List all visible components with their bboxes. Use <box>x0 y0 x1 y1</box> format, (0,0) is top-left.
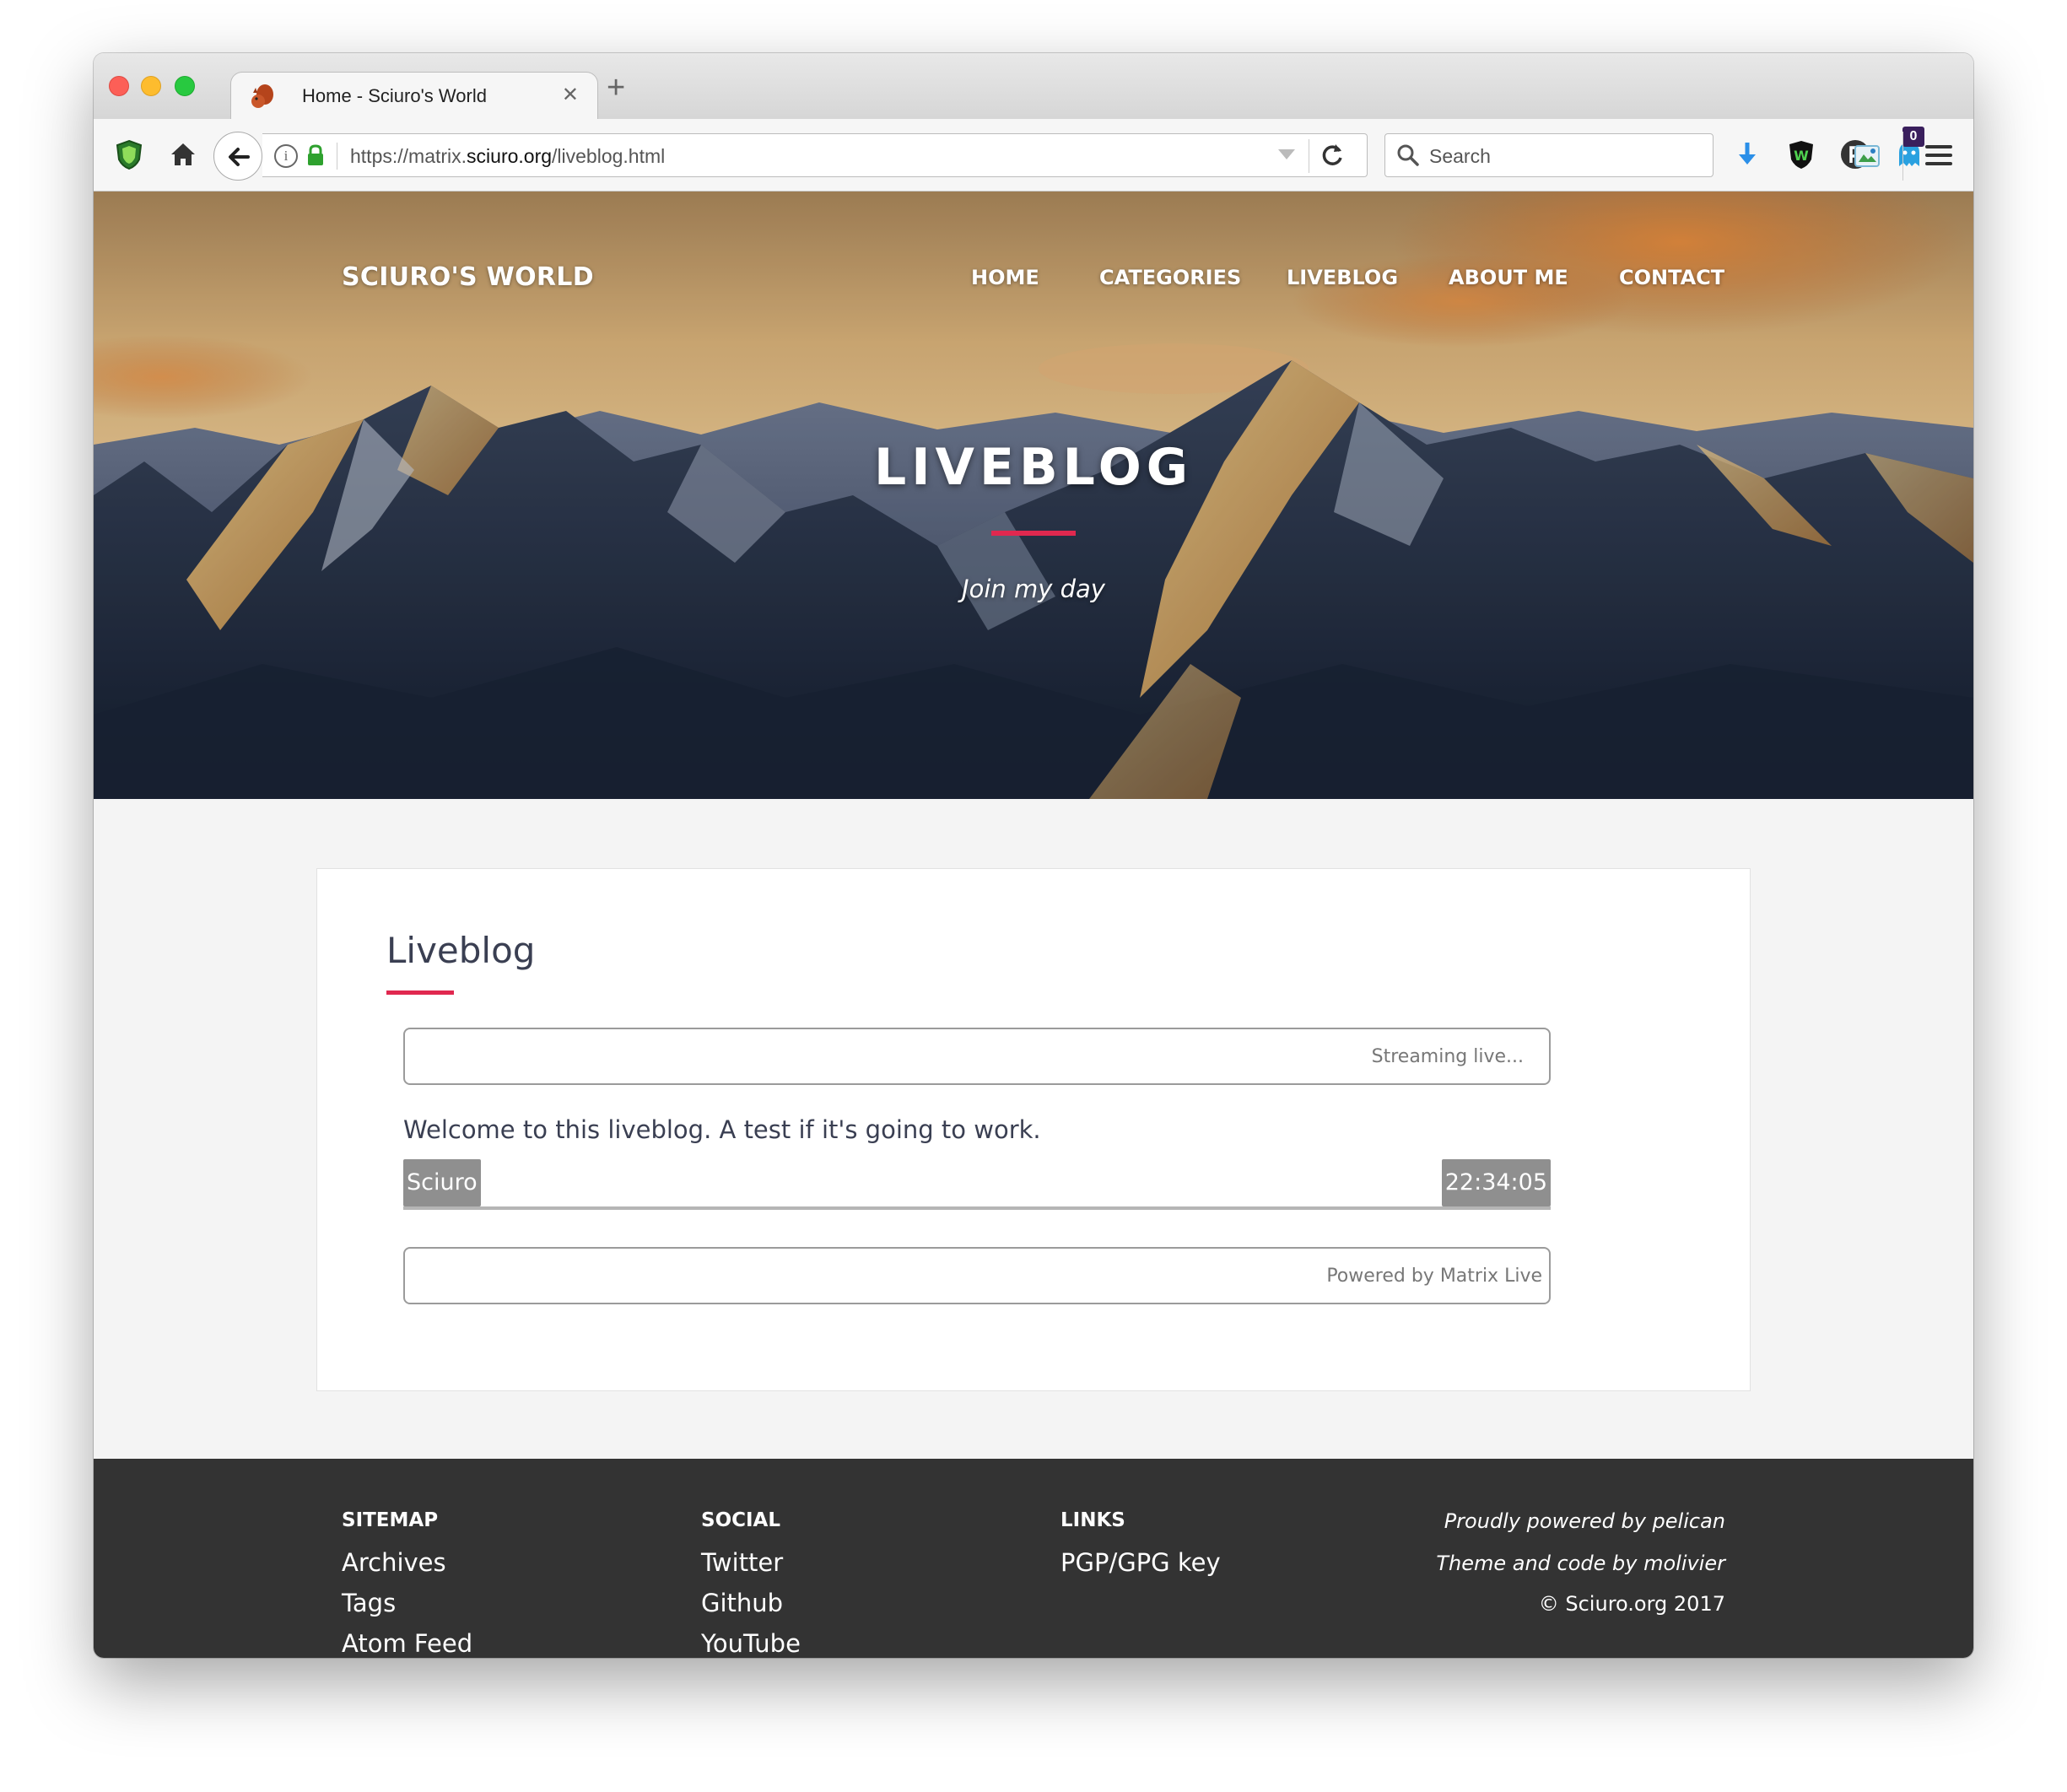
close-window-button[interactable] <box>109 76 129 96</box>
url-bar[interactable]: i https://matrix.sciuro.org/liveblog.htm… <box>262 133 1368 177</box>
minimize-window-button[interactable] <box>141 76 161 96</box>
notification-badge: 0 <box>1902 127 1924 147</box>
nav-home[interactable]: HOME <box>971 266 1039 289</box>
reload-icon[interactable] <box>1319 141 1346 168</box>
liveblog-message: Welcome to this liveblog. A test if it's… <box>403 1115 1041 1144</box>
svg-text:W: W <box>1794 148 1809 164</box>
extension-icon[interactable] <box>1853 142 1881 170</box>
footer-link-pgp-key[interactable]: PGP/GPG key <box>1060 1548 1221 1577</box>
site-footer: SITEMAP Archives Tags Atom Feed SOCIAL T… <box>94 1459 1973 1658</box>
nav-about-me[interactable]: ABOUT ME <box>1449 266 1568 289</box>
powered-by-box: Powered by Matrix Live <box>403 1247 1551 1304</box>
footer-social-heading: SOCIAL <box>701 1509 781 1531</box>
footer-link-github[interactable]: Github <box>701 1589 783 1617</box>
footer-credit-pelican[interactable]: Proudly powered by pelican <box>1444 1509 1725 1533</box>
lock-icon <box>308 144 323 165</box>
timestamp-badge: 22:34:05 <box>1441 1159 1551 1206</box>
author-badge: Sciuro <box>403 1159 481 1206</box>
liveblog-heading: Liveblog <box>386 930 536 971</box>
toolbar-separator <box>1902 132 1903 181</box>
footer-link-tags[interactable]: Tags <box>342 1589 396 1617</box>
web-page: SCIURO'S WORLD HOME CATEGORIES LIVEBLOG … <box>94 192 1973 1658</box>
hamburger-menu-icon[interactable] <box>1925 145 1952 165</box>
back-button[interactable] <box>213 132 262 181</box>
info-icon[interactable]: i <box>274 144 298 168</box>
hero-subtitle: Join my day <box>962 575 1105 603</box>
site-title[interactable]: SCIURO'S WORLD <box>342 262 594 292</box>
url-host: sciuro.org <box>467 145 553 167</box>
navigation-toolbar: i https://matrix.sciuro.org/liveblog.htm… <box>94 119 1973 192</box>
heading-accent-bar <box>386 990 454 995</box>
squirrel-favicon-icon <box>251 84 273 108</box>
download-icon[interactable] <box>1730 138 1764 171</box>
new-tab-button[interactable]: + <box>607 70 625 106</box>
footer-link-archives[interactable]: Archives <box>342 1548 446 1577</box>
search-placeholder: Search <box>1429 145 1491 167</box>
nav-categories[interactable]: CATEGORIES <box>1099 266 1241 289</box>
nav-contact[interactable]: CONTACT <box>1619 266 1724 289</box>
footer-link-twitter[interactable]: Twitter <box>701 1548 783 1577</box>
stream-status-text: Streaming live... <box>1371 1046 1524 1067</box>
search-bar[interactable]: Search <box>1384 133 1714 177</box>
footer-sitemap-heading: SITEMAP <box>342 1509 439 1531</box>
ublock-shield-icon[interactable] <box>112 138 146 171</box>
active-tab[interactable]: Home - Sciuro's World ✕ <box>230 72 598 121</box>
browser-window: Home - Sciuro's World ✕ + i https://matr… <box>94 53 1973 1658</box>
footer-copyright: © Sciuro.org 2017 <box>1538 1592 1725 1616</box>
footer-link-youtube[interactable]: YouTube <box>701 1629 801 1658</box>
dropdown-icon[interactable] <box>1278 149 1295 159</box>
nav-liveblog[interactable]: LIVEBLOG <box>1287 266 1398 289</box>
url-path: /liveblog.html <box>552 145 666 167</box>
tab-strip: Home - Sciuro's World ✕ + <box>94 53 1973 121</box>
hero-accent-bar <box>991 531 1076 536</box>
message-divider <box>403 1206 1551 1210</box>
powered-by-text[interactable]: Powered by Matrix Live <box>1326 1266 1542 1287</box>
hero-banner: SCIURO'S WORLD HOME CATEGORIES LIVEBLOG … <box>94 192 1973 799</box>
stream-status-box: Streaming live... <box>403 1028 1551 1085</box>
tab-close-icon[interactable]: ✕ <box>562 83 579 106</box>
wot-shield-icon[interactable]: W <box>1784 138 1818 171</box>
footer-link-atom-feed[interactable]: Atom Feed <box>342 1629 472 1658</box>
footer-credit-theme[interactable]: Theme and code by molivier <box>1436 1552 1725 1575</box>
home-icon[interactable] <box>166 138 200 171</box>
search-icon <box>1397 144 1419 166</box>
url-text[interactable]: https://matrix.sciuro.org/liveblog.html <box>350 145 665 168</box>
liveblog-card: Liveblog Streaming live... Welcome to th… <box>316 868 1751 1391</box>
url-prefix: https://matrix. <box>350 145 467 167</box>
footer-links-heading: LINKS <box>1060 1509 1125 1531</box>
zoom-window-button[interactable] <box>175 76 195 96</box>
back-arrow-icon <box>229 148 250 166</box>
hero-title: LIVEBLOG <box>873 438 1194 497</box>
tab-title: Home - Sciuro's World <box>302 85 487 106</box>
